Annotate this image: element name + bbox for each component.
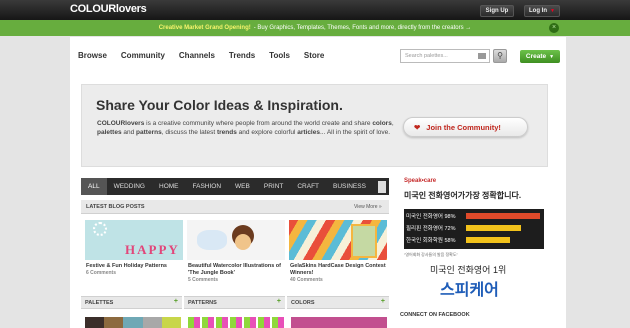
ad-small-text: “영어회화 강사들의 발음 정확도”: [404, 252, 458, 257]
nav-community[interactable]: Community: [121, 51, 165, 60]
ad-bar-label: 한국인 회화학원 58%: [406, 238, 456, 244]
palettes-header: PALETTES +: [81, 296, 182, 309]
login-button[interactable]: Log In ▼: [524, 5, 560, 17]
ad-line2: 스피케어: [440, 282, 499, 299]
ad-brand: Speak•care: [404, 178, 437, 184]
tab-print[interactable]: PRINT: [257, 178, 291, 195]
ad-bar-label: 필리핀 전화영어 72%: [406, 226, 456, 232]
search-icon: ⚲: [497, 51, 503, 60]
heart-icon: ❤: [414, 122, 421, 132]
tab-home[interactable]: HOME: [152, 178, 186, 195]
plus-icon[interactable]: +: [381, 298, 385, 305]
ad-bar: [466, 213, 540, 219]
tab-fashion[interactable]: FASHION: [186, 178, 229, 195]
pattern-swatch[interactable]: [188, 317, 284, 328]
post-image-gelaskins[interactable]: [289, 220, 387, 260]
colors-header: COLORS +: [287, 296, 389, 309]
plus-icon[interactable]: +: [277, 298, 281, 305]
nav-browse[interactable]: Browse: [78, 51, 107, 60]
blog-header: LATEST BLOG POSTS: [81, 200, 389, 214]
create-label: Create: [525, 53, 547, 60]
nav-tools[interactable]: Tools: [269, 51, 290, 60]
promo-bold: Creative Market Grand Opening!: [158, 25, 251, 31]
plus-icon[interactable]: +: [174, 298, 178, 305]
post-title-jungle[interactable]: Beautiful Watercolor Illustrations of 'T…: [188, 263, 286, 284]
chevron-down-icon: ▼: [550, 8, 555, 14]
ad-headline: 미국인 전화영어가가장 정확합니다.: [404, 191, 522, 200]
login-label: Log In: [529, 8, 548, 14]
post-comments[interactable]: 5 Comments: [188, 277, 286, 284]
ad-line1: 미국인 전화영어 1위: [430, 265, 507, 275]
tabs-dropdown[interactable]: [378, 181, 386, 193]
grid-icon[interactable]: [478, 53, 486, 59]
hero-title: Share Your Color Ideas & Inspiration.: [96, 97, 343, 113]
nav-store[interactable]: Store: [304, 51, 324, 60]
tab-wedding[interactable]: WEDDING: [107, 178, 152, 195]
join-community-button[interactable]: ❤ Join the Community!: [403, 117, 528, 137]
join-label: Join the Community!: [426, 122, 501, 132]
ad-bar: [466, 237, 510, 243]
nav-channels[interactable]: Channels: [179, 51, 215, 60]
ad-bar: [466, 225, 521, 231]
main-nav: Browse Community Channels Trends Tools S…: [78, 51, 338, 60]
promo-text: - Buy Graphics, Templates, Themes, Fonts…: [253, 25, 472, 31]
chevron-down-icon: ▼: [549, 53, 555, 60]
post-image-text: HAPPY HO: [125, 242, 180, 260]
close-icon[interactable]: ×: [549, 23, 559, 33]
post-title-gelaskins[interactable]: GelaSkins HardCase Design Contest Winner…: [290, 263, 388, 284]
tab-all[interactable]: ALL: [81, 178, 107, 195]
tab-web[interactable]: WEB: [228, 178, 257, 195]
tab-craft[interactable]: CRAFT: [290, 178, 326, 195]
category-tabs: ALL WEDDING HOME FASHION WEB PRINT CRAFT…: [81, 178, 389, 195]
post-comments[interactable]: 6 Comments: [86, 270, 184, 277]
post-title-holiday[interactable]: Festive & Fun Holiday Patterns 6 Comments: [86, 263, 184, 277]
search-button[interactable]: ⚲: [493, 49, 507, 63]
promo-banner[interactable]: Creative Market Grand Opening! - Buy Grap…: [0, 20, 630, 36]
post-image-holiday[interactable]: HAPPY HO: [85, 220, 183, 260]
post-comments[interactable]: 40 Comments: [290, 277, 388, 284]
ad-bar-label: 미국인 전화영어 98%: [406, 214, 456, 220]
patterns-header: PATTERNS +: [184, 296, 285, 309]
facebook-header: CONNECT ON FACEBOOK: [400, 312, 470, 318]
signup-button[interactable]: Sign Up: [480, 5, 514, 17]
hero-description: COLOURlovers is a creative community whe…: [97, 120, 394, 136]
palette-swatch[interactable]: [85, 317, 182, 328]
nav-trends[interactable]: Trends: [229, 51, 255, 60]
logo[interactable]: COLOURlovers: [70, 3, 147, 15]
advertisement[interactable]: Speak•care 미국인 전화영어가가장 정확합니다. 미국인 전화영어 9…: [400, 176, 548, 301]
color-swatch[interactable]: [291, 317, 387, 328]
view-more-link[interactable]: View More »: [354, 204, 382, 210]
tab-business[interactable]: BUSINESS: [326, 178, 373, 195]
search-input[interactable]: Search palettes...: [400, 49, 490, 63]
create-button[interactable]: Create ▼: [520, 50, 560, 63]
post-image-jungle[interactable]: [187, 220, 285, 260]
